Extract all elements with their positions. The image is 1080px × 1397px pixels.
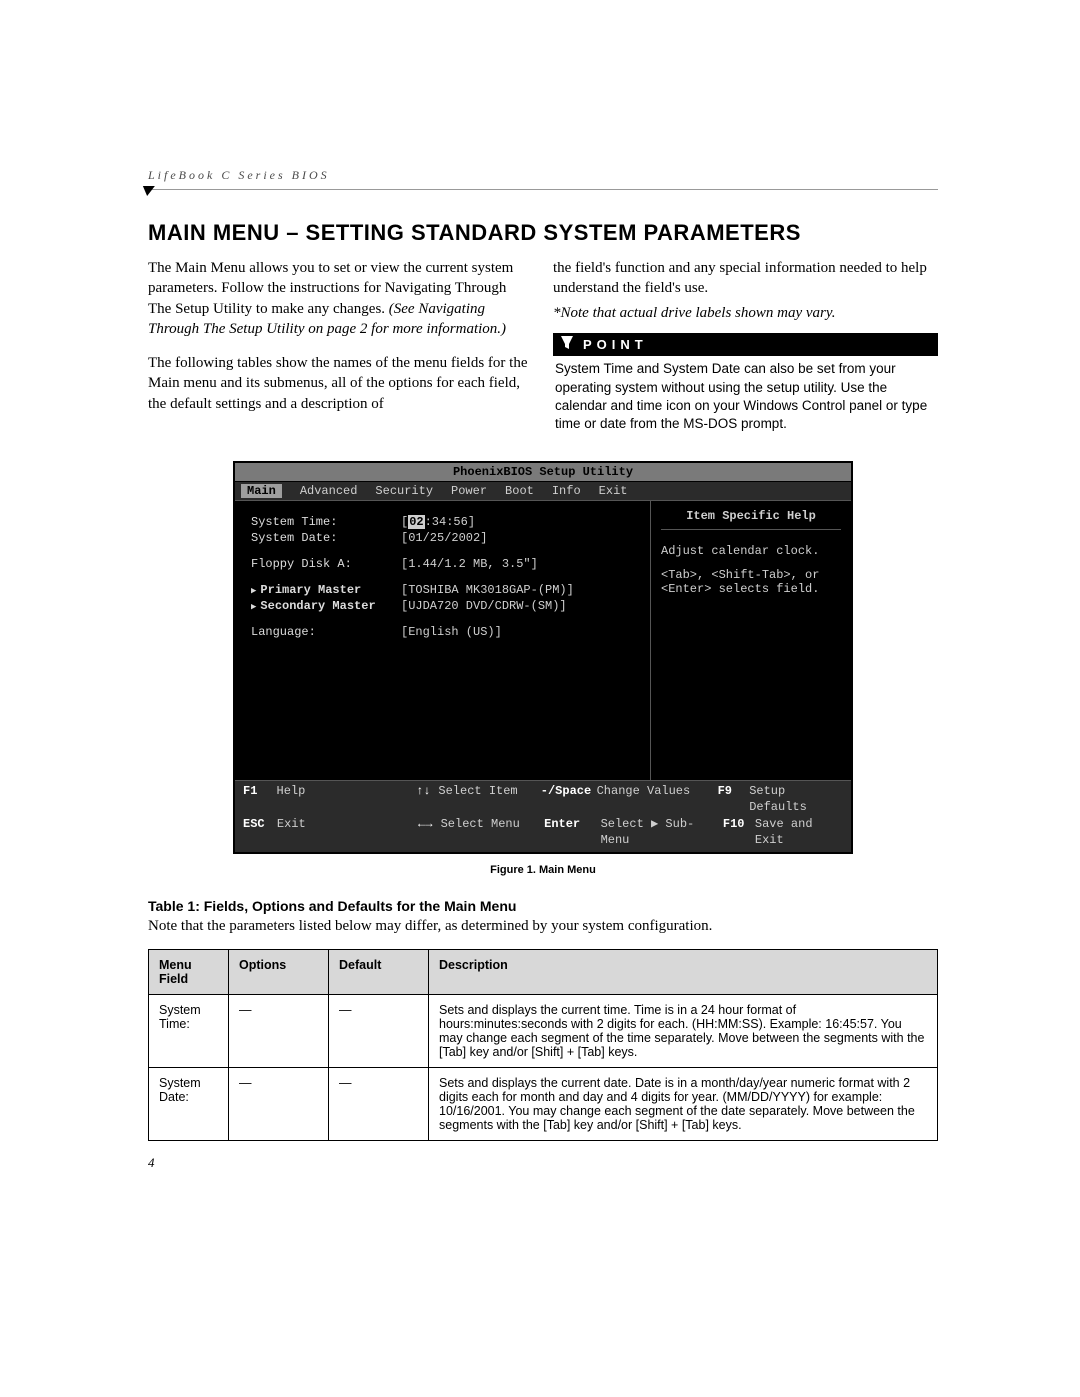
running-head: LifeBook C Series BIOS	[148, 168, 938, 183]
bios-tab-boot: Boot	[505, 484, 534, 498]
bios-tab-exit: Exit	[599, 484, 628, 498]
bios-key-updown: ↑↓	[416, 783, 438, 815]
point-text: System Time and System Date can also be …	[553, 356, 938, 433]
header-marker-icon	[141, 186, 155, 196]
bios-value-system-date: [01/25/2002]	[401, 531, 487, 545]
bios-title-bar: PhoenixBIOS Setup Utility	[235, 463, 851, 482]
intro-paragraph-1: The Main Menu allows you to set or view …	[148, 258, 533, 339]
table-row: System Time: — — Sets and displays the c…	[149, 994, 938, 1067]
bios-time-hh-selected: 02	[408, 515, 424, 529]
bios-value-primary-master: [TOSHIBA MK3018GAP-(PM)]	[401, 583, 574, 597]
bios-help-line-3: <Enter> selects field.	[661, 582, 841, 596]
bios-help-pane: Item Specific Help Adjust calendar clock…	[651, 501, 851, 780]
bios-key-space: -/Space	[541, 783, 597, 815]
bios-key-f9-label: Setup Defaults	[749, 783, 843, 815]
bios-label-system-time: System Time:	[251, 515, 401, 529]
intro-paragraph-2: The following tables show the names of t…	[148, 353, 533, 414]
bios-label-primary-master: Primary Master	[251, 583, 401, 597]
bios-key-f10: F10	[723, 816, 755, 848]
table-row: System Date: — — Sets and displays the c…	[149, 1067, 938, 1140]
bios-value-system-time: [02:34:56]	[401, 515, 475, 529]
drive-label-note: *Note that actual drive labels shown may…	[553, 303, 938, 323]
bios-tab-info: Info	[552, 484, 581, 498]
bios-label-system-date: System Date:	[251, 531, 401, 545]
bios-tab-main: Main	[241, 484, 282, 498]
bios-key-leftright: ←→	[418, 816, 441, 848]
bios-help-title: Item Specific Help	[661, 509, 841, 530]
bios-key-leftright-label: Select Menu	[441, 816, 545, 848]
cell-options: —	[229, 1067, 329, 1140]
bios-menu-bar: Main Advanced Security Power Boot Info E…	[235, 482, 851, 501]
bios-key-f1: F1	[243, 783, 277, 815]
bios-value-secondary-master: [UJDA720 DVD/CDRW-(SM)]	[401, 599, 567, 613]
table-header-options: Options	[229, 949, 329, 994]
intro-paragraph-3: the field's function and any special inf…	[553, 258, 938, 299]
bios-key-space-label: Change Values	[597, 783, 718, 815]
options-table: Menu Field Options Default Description S…	[148, 949, 938, 1141]
bios-key-f9: F9	[718, 783, 750, 815]
table-title: Table 1: Fields, Options and Defaults fo…	[148, 898, 938, 914]
bios-tab-advanced: Advanced	[300, 484, 358, 498]
figure-caption: Figure 1. Main Menu	[148, 864, 938, 876]
bios-key-esc-label: Exit	[277, 816, 418, 848]
bios-key-enter-label: Select ▶ Sub-Menu	[601, 816, 723, 848]
bios-key-enter: Enter	[544, 816, 600, 848]
bios-label-secondary-master: Secondary Master	[251, 599, 401, 613]
cell-field: System Time:	[149, 994, 229, 1067]
cell-field: System Date:	[149, 1067, 229, 1140]
table-header-default: Default	[329, 949, 429, 994]
point-callout: POINT System Time and System Date can al…	[553, 333, 938, 433]
bios-tab-security: Security	[375, 484, 433, 498]
bios-key-updown-label: Select Item	[438, 783, 540, 815]
cell-description: Sets and displays the current time. Time…	[429, 994, 938, 1067]
bios-key-f1-label: Help	[277, 783, 417, 815]
bios-key-esc: ESC	[243, 816, 277, 848]
table-header-menu-field: Menu Field	[149, 949, 229, 994]
bios-time-rest: :34:56]	[425, 515, 475, 529]
bios-label-language: Language:	[251, 625, 401, 639]
bios-screenshot: PhoenixBIOS Setup Utility Main Advanced …	[233, 461, 853, 854]
point-icon	[559, 334, 575, 350]
point-label: POINT	[583, 337, 648, 352]
bios-tab-power: Power	[451, 484, 487, 498]
bios-label-floppy: Floppy Disk A:	[251, 557, 401, 571]
bios-value-floppy: [1.44/1.2 MB, 3.5"]	[401, 557, 538, 571]
page-number: 4	[148, 1155, 938, 1171]
bios-footer: F1 Help ↑↓ Select Item -/Space Change Va…	[235, 781, 851, 852]
cell-options: —	[229, 994, 329, 1067]
cell-description: Sets and displays the current date. Date…	[429, 1067, 938, 1140]
bios-value-language: [English (US)]	[401, 625, 502, 639]
bios-help-line-2: <Tab>, <Shift-Tab>, or	[661, 568, 841, 582]
cell-default: —	[329, 1067, 429, 1140]
bios-fields-pane: System Time: [02:34:56] System Date: [01…	[235, 501, 651, 780]
cell-default: —	[329, 994, 429, 1067]
table-note: Note that the parameters listed below ma…	[148, 918, 938, 935]
bios-key-f10-label: Save and Exit	[755, 816, 843, 848]
bios-help-line-1: Adjust calendar clock.	[661, 544, 841, 558]
page-title: MAIN MENU – SETTING STANDARD SYSTEM PARA…	[148, 220, 938, 246]
table-header-description: Description	[429, 949, 938, 994]
